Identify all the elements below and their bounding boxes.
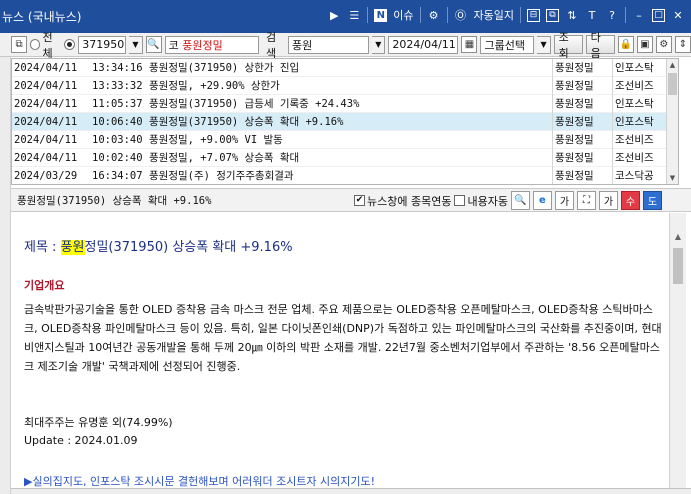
bottom-bar xyxy=(11,488,691,494)
news-list-scrollbar[interactable]: ▲ ▼ xyxy=(666,59,678,184)
scroll-down-icon[interactable]: ▼ xyxy=(667,172,678,184)
news-n-icon[interactable]: N xyxy=(374,8,388,22)
up-arrow-icon[interactable]: 수 xyxy=(620,191,640,210)
search-label: 검색 xyxy=(265,30,277,60)
news-row-selected[interactable]: 2024/04/11 10:06:40 풍원정밀(371950) 상승폭 확대 … xyxy=(12,112,667,131)
section-title: 기업개요 xyxy=(24,279,65,292)
minimize-icon[interactable]: – xyxy=(632,8,646,22)
promo-link[interactable]: ▶실의집지도, 인포스탁 조시시문 결헌해보며 어러워더 조시트자 시의지기도! xyxy=(24,473,375,489)
content-auto-checkbox[interactable]: 내용자동 xyxy=(454,193,508,209)
news-list[interactable]: 2024/04/11 13:34:16 풍원정밀(371950) 상한가 진입 … xyxy=(11,58,679,185)
close-icon[interactable]: ✕ xyxy=(671,8,685,22)
detail-controls: ✔ 뉴스창에 종목연동 내용자동 🔍 e 가 ⛶ 가 수 도 xyxy=(354,191,662,210)
news-issue-label[interactable]: 이슈 xyxy=(393,7,413,23)
browser-icon[interactable]: e xyxy=(532,191,552,210)
news-row[interactable]: 2024/04/11 10:03:40 풍원정밀, +9.00% VI 발동 풍… xyxy=(12,130,667,149)
date-field[interactable]: 2024/04/11 xyxy=(388,35,459,54)
stock-code-field[interactable]: 371950 xyxy=(78,35,127,54)
titlebar-controls: ▶ ☰ N 이슈 ⚙ Ⓞ 자동일지 ⊟ ⧉ ⇅ T ? – □ ✕ xyxy=(327,7,685,23)
restore-icon[interactable]: □ xyxy=(652,8,665,22)
stock-code-dropdown[interactable]: ▼ xyxy=(129,35,143,54)
news-row[interactable]: 2024/04/11 13:34:16 풍원정밀(371950) 상한가 진입 … xyxy=(12,59,667,77)
text-size-icon[interactable]: T xyxy=(585,8,599,22)
zoom-icon[interactable]: 🔍 xyxy=(510,191,530,210)
down-arrow-icon[interactable]: 도 xyxy=(642,191,662,210)
group-dropdown[interactable]: ▼ xyxy=(537,35,551,54)
split-icon[interactable]: ⊟ xyxy=(527,8,540,22)
news-row[interactable]: 2024/04/11 13:33:32 풍원정밀, +29.90% 상한가 풍원… xyxy=(12,76,667,95)
scroll-up-icon[interactable]: ▲ xyxy=(667,59,678,71)
scroll-up-icon[interactable]: ▲ xyxy=(670,229,686,243)
group-select[interactable]: 그룹선택 xyxy=(480,35,535,54)
save-icon[interactable]: ▣ xyxy=(636,36,653,53)
news-row[interactable]: 2024/03/29 16:34:07 풍원정밀(주) 정기주주총회결과 풍원정… xyxy=(12,166,667,184)
window-link-icon[interactable]: ⧉ xyxy=(11,36,28,53)
window-title: 뉴스 (국내뉴스) xyxy=(2,10,82,24)
query-button[interactable]: 조회 xyxy=(553,31,583,60)
sort-icon[interactable]: ⇅ xyxy=(565,8,579,22)
gear-icon[interactable]: ⚙ xyxy=(655,36,672,53)
article-view: 제목 : 풍원정밀(371950) 상승폭 확대 +9.16% 기업개요 금속박… xyxy=(11,213,680,494)
news-row[interactable]: 2024/04/11 10:02:40 풍원정밀, +7.07% 상승폭 확대 … xyxy=(12,148,667,167)
font-smaller-icon[interactable]: 가 xyxy=(598,191,618,210)
radio-stock[interactable] xyxy=(64,39,76,50)
left-edge-strip xyxy=(0,57,11,494)
settings-icon[interactable]: ⚙ xyxy=(427,8,441,22)
next-button[interactable]: 다음 xyxy=(585,31,615,60)
article-scrollbar[interactable]: ▲ xyxy=(669,213,686,494)
expand-icon[interactable]: ⇕ xyxy=(674,36,691,53)
search-input[interactable]: 풍원 xyxy=(287,35,370,54)
window-titlebar: 뉴스 (국내뉴스) ▶ ☰ N 이슈 ⚙ Ⓞ 자동일지 ⊟ ⧉ ⇅ T ? – … xyxy=(0,0,691,33)
article-body: 금속박판가공기술을 통한 OLED 증착용 금속 마스크 전문 업체. 주요 제… xyxy=(24,303,662,373)
calendar-icon[interactable]: ▦ xyxy=(461,36,478,53)
font-larger-icon[interactable]: 가 xyxy=(554,191,574,210)
search-icon[interactable]: 🔍 xyxy=(145,36,162,53)
fit-icon[interactable]: ⛶ xyxy=(576,191,596,210)
article-headline: 제목 : 풍원정밀(371950) 상승폭 확대 +9.16% xyxy=(24,240,293,255)
stock-name-field[interactable]: 코 풍원정밀 xyxy=(164,35,259,54)
auto-log-label[interactable]: 자동일지 xyxy=(474,7,514,23)
detail-title: 풍원정밀(371950) 상승폭 확대 +9.16% xyxy=(17,194,212,207)
lock-icon[interactable]: 🔒 xyxy=(617,36,634,53)
radio-all[interactable]: 전체 xyxy=(30,29,61,61)
auto-log-icon[interactable]: Ⓞ xyxy=(454,8,468,22)
scroll-thumb[interactable] xyxy=(673,248,683,284)
play-icon[interactable]: ▶ xyxy=(327,8,341,22)
news-row[interactable]: 2024/04/11 11:05:37 풍원정밀(371950) 급등세 기록중… xyxy=(12,94,667,113)
detail-header: 풍원정밀(371950) 상승폭 확대 +9.16% ✔ 뉴스창에 종목연동 내… xyxy=(11,188,691,212)
search-toolbar: ⧉ 전체 371950 ▼ 🔍 코 풍원정밀 검색 풍원 ▼ 2024/04/1… xyxy=(0,31,691,60)
help-icon[interactable]: ? xyxy=(605,8,619,22)
search-dropdown[interactable]: ▼ xyxy=(372,35,386,54)
major-shareholder: 최대주주는 유명훈 외(74.99%) xyxy=(24,416,173,429)
update-date: Update : 2024.01.09 xyxy=(24,434,138,447)
scroll-thumb[interactable] xyxy=(668,73,677,95)
link-news-checkbox[interactable]: ✔ 뉴스창에 종목연동 xyxy=(354,193,451,209)
menu-icon[interactable]: ☰ xyxy=(347,8,361,22)
copy-icon[interactable]: ⧉ xyxy=(546,8,559,22)
